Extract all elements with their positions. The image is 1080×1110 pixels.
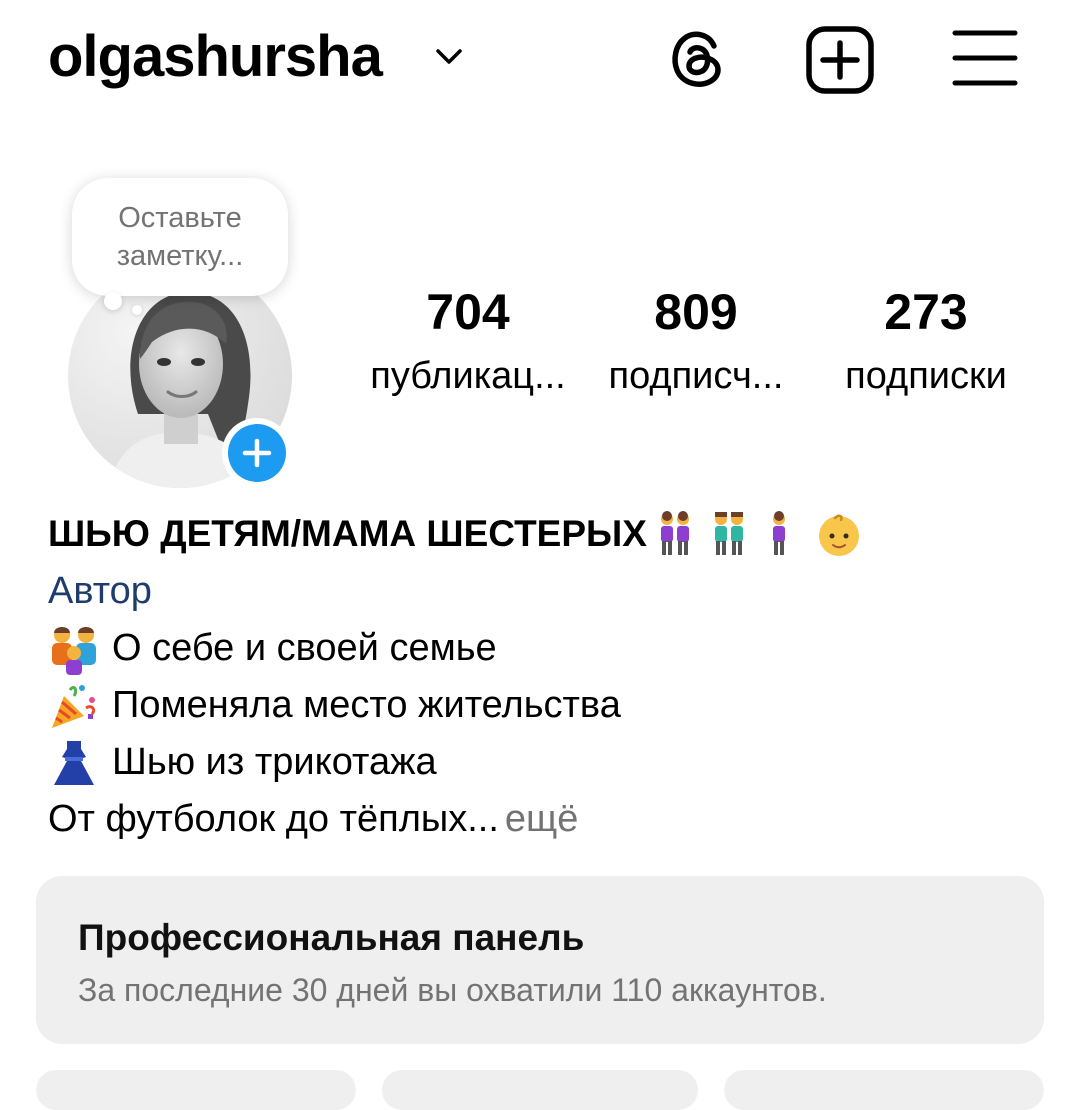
family-members-emoji <box>660 511 859 556</box>
note-bubble-tail <box>104 292 122 310</box>
note-bubble-tail-small <box>132 305 142 315</box>
party-popper-emoji <box>52 684 96 728</box>
bio-name: ШЬЮ ДЕТЯМ/МАМА ШЕСТЕРЫХ <box>48 513 647 554</box>
dress-emoji <box>54 740 94 785</box>
create-post-icon[interactable] <box>804 24 876 96</box>
stat-following[interactable]: 273 подписки <box>806 280 1046 408</box>
menu-icon[interactable] <box>950 26 1020 90</box>
pro-panel-subtitle: За последние 30 дней вы охватили 110 акк… <box>78 972 827 1008</box>
profile-action-button[interactable] <box>382 1070 698 1110</box>
pro-panel-title: Профессиональная панель <box>78 917 585 958</box>
stat-following-count: 273 <box>884 284 968 340</box>
profile-action-button[interactable] <box>724 1070 1044 1110</box>
stat-posts-count: 704 <box>426 284 510 340</box>
stat-followers[interactable]: 809 подписч... <box>576 280 816 408</box>
stat-followers-label: подписч... <box>608 355 784 397</box>
profile-action-button[interactable] <box>36 1070 356 1110</box>
note-bubble[interactable]: Оставьте заметку... <box>72 178 288 296</box>
add-story-button[interactable] <box>222 418 292 488</box>
bio: ШЬЮ ДЕТЯМ/МАМА ШЕСТЕРЫХ Автор О себе и с… <box>48 506 1048 848</box>
stat-following-label: подписки <box>845 355 1007 397</box>
chevron-down-icon[interactable] <box>432 44 466 70</box>
bio-truncated-line: От футболок до тёплых... ещё <box>48 791 1048 848</box>
threads-icon[interactable] <box>662 24 732 94</box>
stat-posts[interactable]: 704 публикац... <box>348 280 588 408</box>
professional-dashboard-card[interactable]: Профессиональная панель За последние 30 … <box>36 876 1044 1044</box>
top-bar: olgashursha <box>0 0 1080 120</box>
bio-line: Шью из трикотажа <box>48 734 1048 791</box>
username[interactable]: olgashursha <box>48 22 383 92</box>
stat-posts-label: публикац... <box>370 355 566 397</box>
bio-category[interactable]: Автор <box>48 562 1048 620</box>
bio-line-text: О себе и своей семье <box>112 627 497 669</box>
more-link[interactable]: ещё <box>505 791 579 848</box>
bio-line: О себе и своей семье <box>48 620 1048 677</box>
bio-line: Поменяла место жительства <box>48 677 1048 734</box>
bio-line-text: Поменяла место жительства <box>112 684 621 726</box>
note-placeholder: Оставьте заметку... <box>116 202 244 272</box>
plus-icon <box>242 438 272 468</box>
family-emoji <box>52 626 96 675</box>
bio-truncated-text: От футболок до тёплых... <box>48 798 499 840</box>
stat-followers-count: 809 <box>654 284 738 340</box>
bio-line-text: Шью из трикотажа <box>112 741 437 783</box>
bio-name-row: ШЬЮ ДЕТЯМ/МАМА ШЕСТЕРЫХ <box>48 506 1048 562</box>
